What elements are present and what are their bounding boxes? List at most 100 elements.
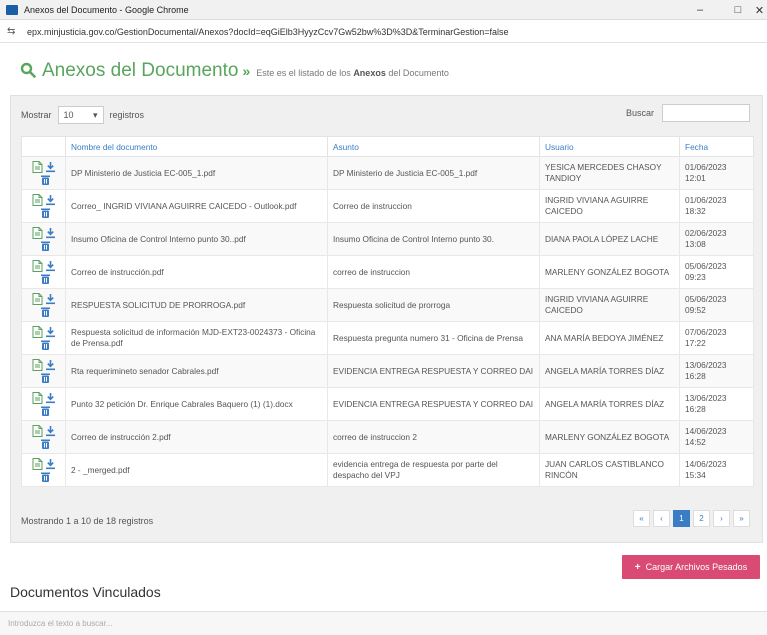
table-row: Punto 32 petición Dr. Enrique Cabrales B… (21, 387, 754, 421)
download-icon[interactable] (45, 161, 56, 173)
download-icon[interactable] (45, 293, 56, 305)
attachments-panel: Mostrar 10 ▾ registros Buscar Nombre del … (10, 95, 763, 543)
page-size-select[interactable]: 10 ▾ (57, 106, 104, 124)
table-row: Respuesta solicitud de información MJD-E… (21, 321, 754, 355)
cell-date: 01/06/2023 12:01 (679, 156, 754, 190)
file-pdf-icon[interactable] (32, 260, 43, 272)
cell-date: 05/06/2023 09:23 (679, 255, 754, 289)
cell-name: Respuesta solicitud de información MJD-E… (65, 321, 328, 355)
column-header-subject[interactable]: Asunto (327, 136, 540, 157)
cell-name: DP Ministerio de Justicia EC-005_1.pdf (65, 156, 328, 190)
download-icon[interactable] (45, 458, 56, 470)
cell-subject: Respuesta pregunta numero 31 - Oficina d… (327, 321, 540, 355)
table-row: RESPUESTA SOLICITUD DE PRORROGA.pdf Respu… (21, 288, 754, 322)
close-button[interactable]: ✕ (752, 0, 767, 20)
row-actions (21, 288, 66, 322)
attachments-table: Nombre del documento Asunto Usuario Fech… (21, 136, 754, 487)
records-label: registros (109, 110, 145, 120)
row-actions (21, 354, 66, 388)
search-icon (20, 62, 36, 78)
prev-page-button[interactable]: ‹ (653, 510, 670, 527)
download-icon[interactable] (45, 359, 56, 371)
chevron-down-icon: ▾ (92, 109, 98, 120)
site-settings-icon[interactable]: ⇆ (7, 26, 21, 37)
trash-icon[interactable] (40, 438, 51, 450)
page-header: Anexos del Documento » Este es el listad… (20, 60, 449, 84)
page-title: Anexos del Documento (42, 60, 239, 81)
cell-name: Punto 32 petición Dr. Enrique Cabrales B… (65, 387, 328, 421)
cell-user: INGRID VIVIANA AGUIRRE CAICEDO (539, 288, 680, 322)
cell-name: Correo_ INGRID VIVIANA AGUIRRE CAICEDO -… (65, 189, 328, 223)
download-icon[interactable] (45, 326, 56, 338)
cell-user: DIANA PAOLA LÓPEZ LACHE (539, 222, 680, 256)
download-icon[interactable] (45, 194, 56, 206)
cell-name: Correo de instrucción.pdf (65, 255, 328, 289)
actions-header (21, 136, 66, 157)
cell-date: 01/06/2023 18:32 (679, 189, 754, 223)
row-actions (21, 453, 66, 487)
chrome-window-icon (6, 4, 18, 15)
column-header-name[interactable]: Nombre del documento (65, 136, 328, 157)
trash-icon[interactable] (40, 240, 51, 252)
file-pdf-icon[interactable] (32, 293, 43, 305)
cell-date: 14/06/2023 15:34 (679, 453, 754, 487)
cell-name: Insumo Oficina de Control Interno punto … (65, 222, 328, 256)
download-icon[interactable] (45, 392, 56, 404)
last-page-button[interactable]: » (733, 510, 750, 527)
trash-icon[interactable] (40, 339, 51, 351)
row-actions (21, 156, 66, 190)
file-pdf-icon[interactable] (32, 458, 43, 470)
cell-subject: Respuesta solicitud de prorroga (327, 288, 540, 322)
trash-icon[interactable] (40, 471, 51, 483)
page-2-button[interactable]: 2 (693, 510, 710, 527)
download-icon[interactable] (45, 260, 56, 272)
trash-icon[interactable] (40, 174, 51, 186)
download-icon[interactable] (45, 227, 56, 239)
cell-subject: Correo de instruccion (327, 189, 540, 223)
row-actions (21, 255, 66, 289)
column-header-user[interactable]: Usuario (539, 136, 680, 157)
file-pdf-icon[interactable] (32, 194, 43, 206)
download-icon[interactable] (45, 425, 56, 437)
cell-date: 05/06/2023 09:52 (679, 288, 754, 322)
file-pdf-icon[interactable] (32, 227, 43, 239)
cell-user: ANA MARÍA BEDOYA JIMÉNEZ (539, 321, 680, 355)
cell-date: 13/06/2023 16:28 (679, 387, 754, 421)
linked-documents-title: Documentos Vinculados (10, 584, 161, 600)
cell-name: Rta requerimineto senador Cabrales.pdf (65, 354, 328, 388)
table-row: 2 - _merged.pdf evidencia entrega de resp… (21, 453, 754, 487)
file-pdf-icon[interactable] (32, 359, 43, 371)
trash-icon[interactable] (40, 207, 51, 219)
address-bar[interactable]: ⇆ epx.minjusticia.gov.co/GestionDocument… (0, 21, 767, 43)
file-doc-icon[interactable] (32, 392, 43, 404)
first-page-button[interactable]: « (633, 510, 650, 527)
minimize-button[interactable]: – (682, 0, 718, 20)
cell-date: 14/06/2023 14:52 (679, 420, 754, 454)
plus-icon: + (634, 561, 641, 573)
window-title: Anexos del Documento - Google Chrome (24, 4, 189, 15)
table-info: Mostrando 1 a 10 de 18 registros (21, 516, 154, 526)
column-header-date[interactable]: Fecha (679, 136, 754, 157)
page-1-button[interactable]: 1 (673, 510, 690, 527)
next-page-button[interactable]: › (713, 510, 730, 527)
cell-name: Correo de instrucción 2.pdf (65, 420, 328, 454)
row-actions (21, 420, 66, 454)
trash-icon[interactable] (40, 405, 51, 417)
trash-icon[interactable] (40, 306, 51, 318)
linked-documents-search-input[interactable] (0, 612, 767, 635)
search-input[interactable] (662, 104, 750, 122)
table-row: Correo de instrucción 2.pdf correo de ins… (21, 420, 754, 454)
file-pdf-icon[interactable] (32, 425, 43, 437)
trash-icon[interactable] (40, 372, 51, 384)
trash-icon[interactable] (40, 273, 51, 285)
maximize-button[interactable]: □ (720, 0, 756, 20)
cell-user: INGRID VIVIANA AGUIRRE CAICEDO (539, 189, 680, 223)
file-pdf-icon[interactable] (32, 326, 43, 338)
table-row: Rta requerimineto senador Cabrales.pdf EV… (21, 354, 754, 388)
upload-large-files-button[interactable]: + Cargar Archivos Pesados (622, 555, 760, 579)
cell-user: MARLENY GONZÁLEZ BOGOTA (539, 255, 680, 289)
file-pdf-icon[interactable] (32, 161, 43, 173)
cell-subject: correo de instruccion 2 (327, 420, 540, 454)
cell-subject: EVIDENCIA ENTREGA RESPUESTA Y CORREO DAI (327, 354, 540, 388)
cell-subject: DP Ministerio de Justicia EC-005_1.pdf (327, 156, 540, 190)
